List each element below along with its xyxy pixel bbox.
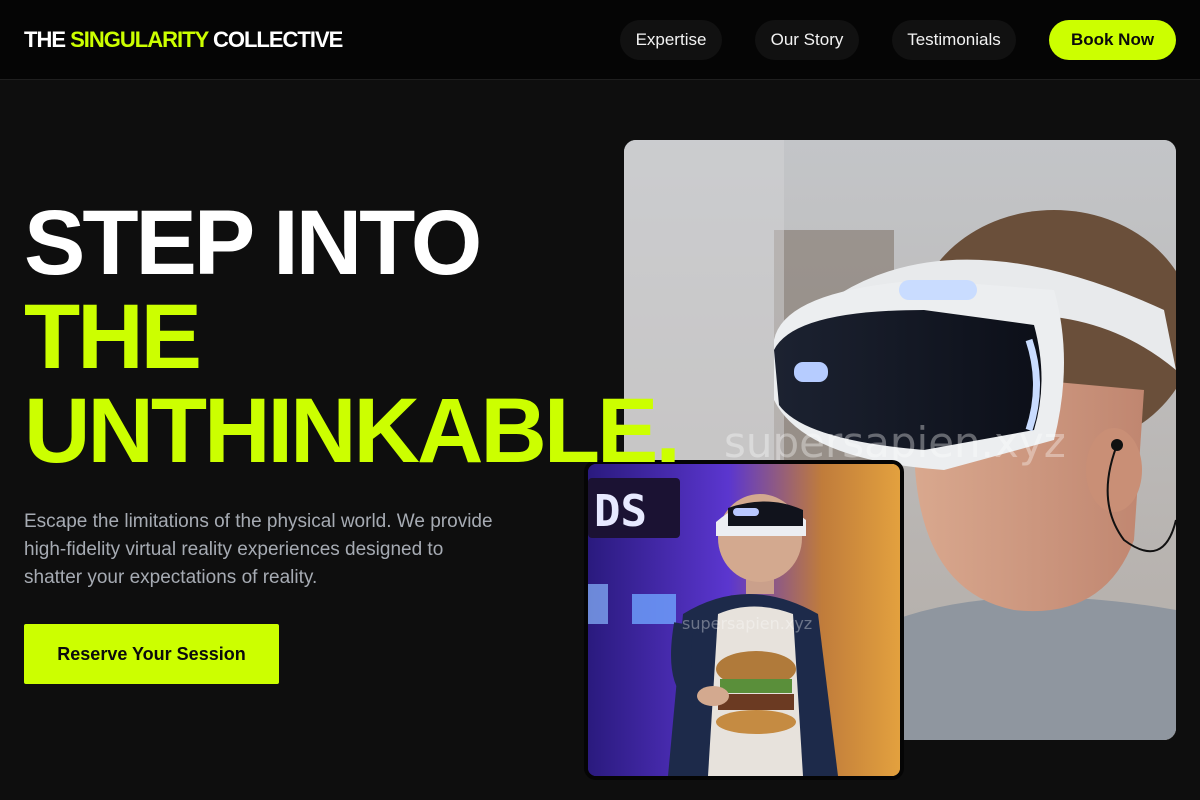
brand-name-start: THE [24, 27, 71, 52]
hero-title-line-1: STEP INTO [24, 192, 482, 294]
brand-name-accent: SINGULARITY [70, 27, 209, 52]
hero-title-line-2: THE [24, 286, 202, 388]
reserve-session-button[interactable]: Reserve Your Session [24, 624, 279, 684]
vr-gamer-photo: DS supersapien.xyz [584, 460, 904, 780]
nav-link-expertise[interactable]: Expertise [620, 20, 722, 60]
nav-link-testimonials[interactable]: Testimonials [892, 20, 1016, 60]
svg-text:DS: DS [594, 486, 647, 537]
brand-name-end: COLLECTIVE [207, 27, 343, 52]
hero-description: Escape the limitations of the physical w… [24, 511, 493, 588]
hero-title: STEP INTO THE UNTHINKABLE. [24, 192, 681, 482]
brand-logo[interactable]: THE SINGULARITY COLLECTIVE [24, 26, 343, 54]
top-navigation-bar: THE SINGULARITY COLLECTIVE Expertise Our… [0, 0, 1200, 80]
hero-title-line-3: UNTHINKABLE. [24, 380, 681, 482]
small-photo-watermark: supersapien.xyz [682, 614, 813, 633]
nav-link-our-story[interactable]: Our Story [755, 20, 859, 60]
book-now-button[interactable]: Book Now [1049, 20, 1176, 60]
